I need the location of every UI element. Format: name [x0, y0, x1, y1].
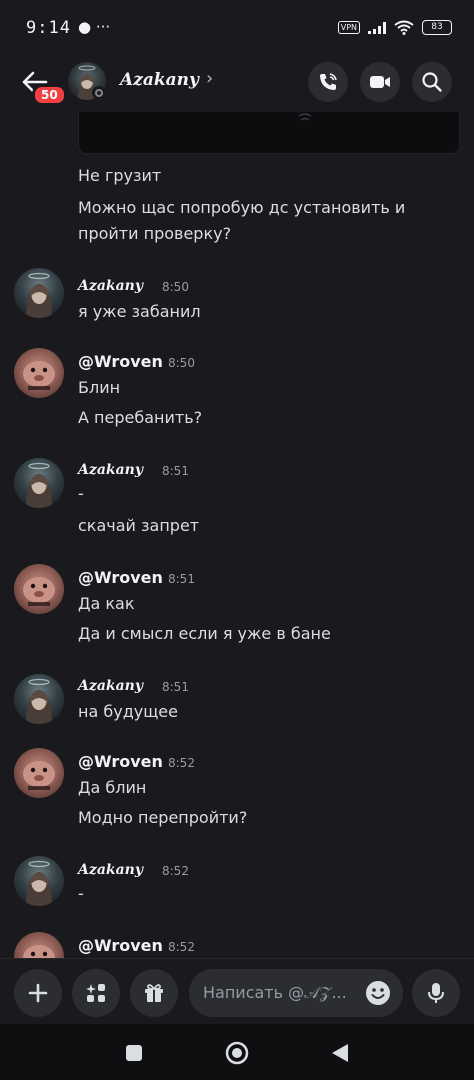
message-timestamp: 8:52 [168, 756, 195, 770]
author-name[interactable]: Azakany [78, 462, 143, 478]
message-input-placeholder: Написать @𝒜𝒵... [203, 983, 347, 1002]
message-timestamp: 8:50 [162, 280, 189, 294]
recent-apps-button[interactable] [119, 1038, 149, 1068]
circle-icon [225, 1041, 249, 1065]
message-text: Да и смысл если я уже в бане [78, 624, 331, 643]
message-text: Не грузит [78, 166, 162, 185]
chevron-right-icon[interactable]: › [206, 68, 213, 89]
message-text: я уже забанил [78, 302, 201, 321]
triangle-back-icon [332, 1044, 348, 1062]
message-list[interactable]: Не грузит Можно щас попробую дс установи… [0, 112, 474, 958]
author-name[interactable]: Azakany [78, 278, 143, 294]
search-button[interactable] [412, 62, 452, 102]
author-name[interactable]: @Wroven [78, 568, 163, 587]
video-call-button[interactable] [360, 62, 400, 102]
message-text: - [78, 884, 84, 903]
square-icon [126, 1045, 142, 1061]
message-text: скачай запрет [78, 516, 200, 535]
add-attachment-button[interactable] [14, 969, 62, 1017]
avatar-image [23, 761, 55, 790]
avatar-image [26, 860, 52, 906]
message-composer: Написать @𝒜𝒵... [0, 958, 474, 1024]
avatar-image [26, 678, 52, 724]
wifi-icon [394, 20, 414, 35]
message-text: на будущее [78, 702, 178, 721]
avatar[interactable] [14, 348, 64, 398]
status-time: 9:14 [26, 18, 71, 38]
avatar-image [26, 462, 52, 508]
channel-name[interactable]: Azakany [120, 70, 199, 90]
message-text: Да блин [78, 778, 147, 797]
vpn-icon: VPN [337, 21, 360, 34]
image-attachment[interactable] [78, 112, 460, 154]
notification-icons: ● ··· [78, 18, 111, 36]
message-timestamp: 8:50 [168, 356, 195, 370]
message-timestamp: 8:51 [162, 464, 189, 478]
search-icon [422, 72, 442, 92]
battery-icon: 83 [422, 20, 452, 35]
avatar[interactable] [14, 856, 64, 906]
phone-call-icon [320, 73, 337, 90]
voice-call-button[interactable] [308, 62, 348, 102]
unread-badge: 50 [32, 84, 67, 106]
avatar[interactable] [14, 564, 64, 614]
gift-icon [145, 984, 163, 1002]
status-bar: 9:14 ● ··· VPN 83 [0, 0, 474, 56]
author-name[interactable]: @Wroven [78, 936, 163, 955]
offline-status-icon [92, 86, 106, 100]
avatar-image [26, 272, 52, 318]
apps-sparkle-icon [86, 984, 105, 1002]
channel-header: 50 Azakany › [0, 56, 474, 112]
plus-icon [28, 983, 48, 1003]
avatar[interactable] [14, 932, 64, 958]
apps-button[interactable] [72, 969, 120, 1017]
message-text: Да как [78, 594, 135, 613]
avatar-image [23, 945, 55, 958]
emoji-icon[interactable] [365, 980, 391, 1006]
author-name[interactable]: Azakany [78, 678, 143, 694]
author-name[interactable]: Azakany [78, 862, 143, 878]
message-text: Модно перепройти? [78, 808, 248, 827]
avatar-image [23, 577, 55, 606]
avatar[interactable] [14, 674, 64, 724]
home-button[interactable] [222, 1038, 252, 1068]
avatar[interactable] [14, 748, 64, 798]
message-timestamp: 8:51 [162, 680, 189, 694]
system-navigation-bar [0, 1024, 474, 1080]
message-text: пройти проверку? [78, 224, 232, 243]
message-timestamp: 8:51 [168, 572, 195, 586]
signal-icon [368, 21, 386, 34]
avatar[interactable] [14, 268, 64, 318]
message-timestamp: 8:52 [168, 940, 195, 954]
author-name[interactable]: @Wroven [78, 752, 163, 771]
message-input[interactable]: Написать @𝒜𝒵... [189, 969, 403, 1017]
avatar[interactable] [14, 458, 64, 508]
message-text: А перебанить? [78, 408, 203, 427]
gift-button[interactable] [130, 969, 178, 1017]
author-name[interactable]: @Wroven [78, 352, 163, 371]
back-nav-button[interactable] [325, 1038, 355, 1068]
image-content [298, 113, 312, 121]
avatar-image [23, 361, 55, 390]
voice-message-button[interactable] [412, 969, 460, 1017]
microphone-icon [428, 983, 444, 1003]
message-timestamp: 8:52 [162, 864, 189, 878]
video-camera-icon [370, 76, 390, 88]
message-text: Можно щас попробую дс установить и [78, 198, 406, 217]
message-text: - [78, 484, 84, 503]
message-text: Блин [78, 378, 121, 397]
status-right-icons: VPN 83 [337, 20, 452, 35]
